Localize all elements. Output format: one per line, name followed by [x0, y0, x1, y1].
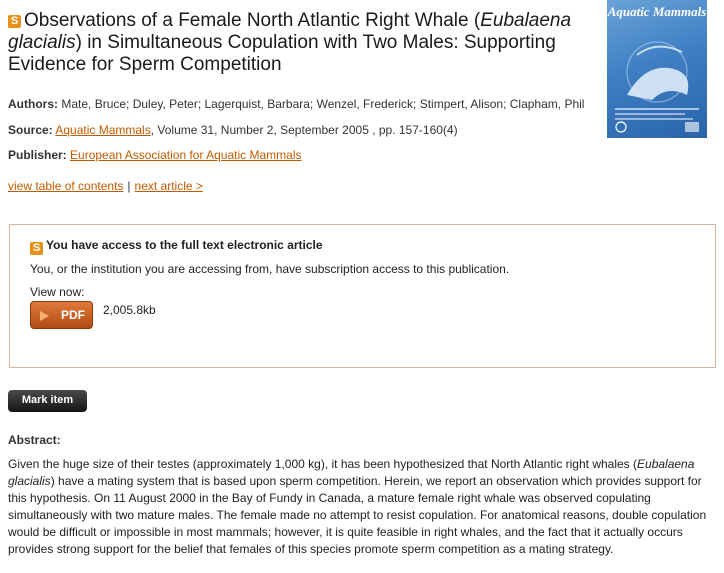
- abstract-part-2: ) have a mating system that is based upo…: [8, 474, 707, 556]
- journal-cover-image[interactable]: Aquatic Mammals: [607, 0, 707, 138]
- source-details: , Volume 31, Number 2, September 2005 , …: [150, 123, 458, 137]
- article-title-block: S Observations of a Female North Atlantic…: [8, 10, 598, 76]
- publisher-line: Publisher: European Association for Aqua…: [8, 148, 301, 162]
- pdf-download-button[interactable]: PDF: [30, 301, 93, 329]
- access-description: You, or the institution you are accessin…: [30, 262, 510, 276]
- view-now-label: View now:: [30, 285, 85, 299]
- subscribed-icon: S: [8, 15, 21, 28]
- title-part-2: ) in Simultaneous Copulation with Two Ma…: [8, 32, 556, 75]
- cover-title: Aquatic Mammals: [607, 4, 707, 19]
- publisher-link[interactable]: European Association for Aquatic Mammals: [70, 148, 301, 162]
- view-table-of-contents-link[interactable]: view table of contents: [8, 179, 123, 193]
- title-part-1: Observations of a Female North Atlantic …: [24, 10, 481, 31]
- article-title: S Observations of a Female North Atlantic…: [8, 10, 598, 76]
- full-text-access-box: S You have access to the full text electr…: [9, 224, 716, 368]
- source-label: Source:: [8, 123, 53, 137]
- abstract-part-1: Given the huge size of their testes (app…: [8, 457, 638, 471]
- access-heading-text: You have access to the full text electro…: [46, 238, 323, 252]
- authors-value: Mate, Bruce; Duley, Peter; Lagerquist, B…: [61, 97, 585, 111]
- pdf-button-label: PDF: [61, 308, 85, 322]
- authors-label: Authors:: [8, 97, 58, 111]
- article-navigation: view table of contents | next article >: [8, 179, 203, 193]
- article-page: S Observations of a Female North Atlantic…: [0, 0, 724, 573]
- mark-item-button[interactable]: Mark item: [8, 390, 87, 412]
- access-heading: S You have access to the full text electr…: [30, 238, 323, 255]
- next-article-link[interactable]: next article >: [135, 179, 203, 193]
- source-line: Source: Aquatic Mammals, Volume 31, Numb…: [8, 123, 458, 137]
- publisher-label: Publisher:: [8, 148, 67, 162]
- source-journal-link[interactable]: Aquatic Mammals: [55, 123, 150, 137]
- arrow-right-icon: [40, 311, 49, 321]
- nav-separator: |: [127, 179, 131, 193]
- cover-art-icon: [615, 41, 699, 133]
- abstract-text: Given the huge size of their testes (app…: [8, 456, 714, 558]
- subscribed-icon: S: [30, 242, 43, 255]
- abstract-heading: Abstract:: [8, 433, 61, 447]
- pdf-file-size: 2,005.8kb: [103, 303, 156, 317]
- authors-line: Authors: Mate, Bruce; Duley, Peter; Lage…: [8, 97, 584, 111]
